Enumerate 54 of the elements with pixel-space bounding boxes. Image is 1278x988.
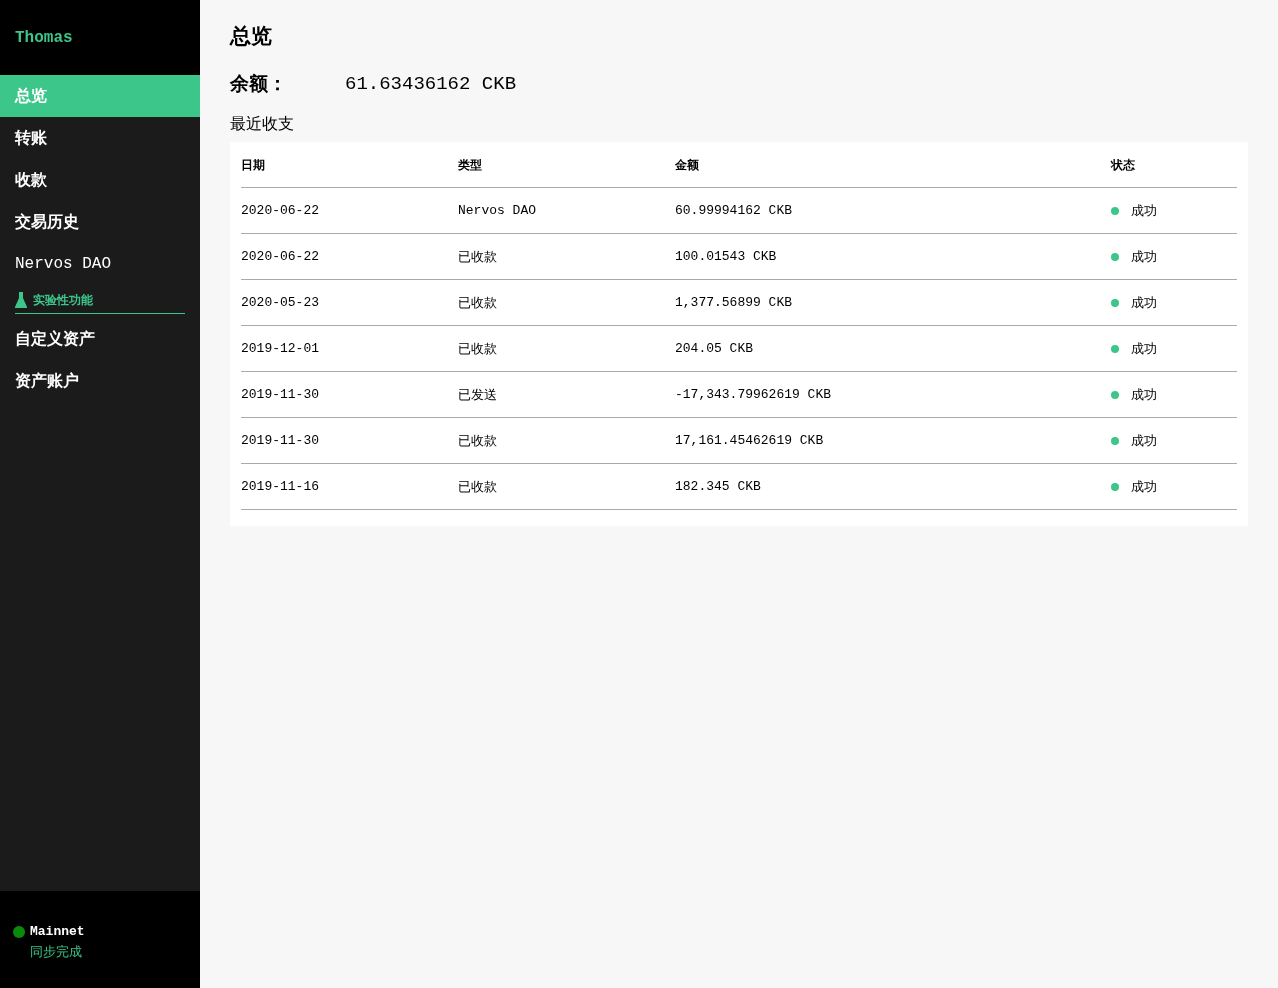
nav-item[interactable]: 交易历史	[0, 201, 200, 243]
nav-item[interactable]: 收款	[0, 159, 200, 201]
section-title: 最近收支	[230, 114, 295, 134]
type-cell-text: Nervos DAO	[458, 201, 537, 220]
balance-label: 余额：	[230, 71, 288, 96]
status-cell-text: 成功	[1131, 339, 1157, 358]
nav-item[interactable]: Nervos DAO	[0, 243, 200, 285]
date-cell-text: 2020-05-23	[241, 293, 320, 312]
amount-cell-text: 100.01543 CKB	[675, 247, 778, 266]
type-cell-text: 已收款	[458, 477, 498, 496]
amount-cell-text: 17,161.45462619 CKB	[675, 431, 825, 450]
date-cell-text: 2019-11-16	[241, 477, 320, 496]
column-header: 日期	[241, 156, 266, 174]
date-cell-text: 2020-06-22	[241, 201, 320, 220]
nav-item[interactable]: 自定义资产	[0, 318, 200, 360]
status-cell-text: 成功	[1131, 201, 1157, 220]
date-cell-text: 2019-12-01	[241, 339, 320, 358]
type-cell-text: 已收款	[458, 293, 498, 312]
type-cell-text: 已收款	[458, 339, 498, 358]
section-label: 实验性功能	[33, 292, 93, 309]
table-row[interactable]: 2020-05-23 已收款 1,377.56899 CKB 成功	[241, 280, 1237, 326]
nav-item[interactable]: 转账	[0, 117, 200, 159]
amount-cell-text: -17,343.79962619 CKB	[675, 385, 833, 404]
status-cell-text: 成功	[1131, 431, 1157, 450]
balance-value: 61.63436162 CKB	[345, 71, 517, 97]
date-cell-text: 2020-06-22	[241, 247, 320, 266]
wallet-name[interactable]: Thomas	[15, 25, 73, 50]
amount-cell-text: 60.99994162 CKB	[675, 201, 794, 220]
column-header: 金额	[675, 156, 700, 174]
nav-item[interactable]: 资产账户	[0, 360, 200, 402]
column-header: 状态	[1111, 156, 1136, 174]
sync-status: 同步完成	[30, 942, 83, 961]
table-row[interactable]: 2019-12-01 已收款 204.05 CKB 成功	[241, 326, 1237, 372]
table-row[interactable]: 2019-11-30 已发送 -17,343.79962619 CKB 成功	[241, 372, 1237, 418]
table-row[interactable]: 2020-06-22 Nervos DAO 60.99994162 CKB 成功	[241, 188, 1237, 234]
amount-cell-text: 204.05 CKB	[675, 339, 754, 358]
table-row[interactable]: 2019-11-16 已收款 182.345 CKB 成功	[241, 464, 1237, 510]
column-header: 类型	[458, 156, 483, 174]
type-cell-text: 已发送	[458, 385, 498, 404]
status-cell-text: 成功	[1131, 247, 1157, 266]
table-row[interactable]: 2020-06-22 已收款 100.01543 CKB 成功	[241, 234, 1237, 280]
page-title: 总览	[230, 23, 273, 49]
status-cell-text: 成功	[1131, 477, 1157, 496]
table-row[interactable]: 2019-11-30 已收款 17,161.45462619 CKB 成功	[241, 418, 1237, 464]
date-cell-text: 2019-11-30	[241, 385, 320, 404]
flask-icon	[15, 292, 27, 308]
amount-cell-text: 1,377.56899 CKB	[675, 293, 794, 312]
type-cell-text: 已收款	[458, 431, 498, 450]
status-cell-text: 成功	[1131, 293, 1157, 312]
status-cell-text: 成功	[1131, 385, 1157, 404]
amount-cell-text: 182.345 CKB	[675, 477, 762, 496]
date-cell-text: 2019-11-30	[241, 431, 320, 450]
type-cell-text: 已收款	[458, 247, 498, 266]
network-name: Mainnet	[30, 923, 85, 941]
